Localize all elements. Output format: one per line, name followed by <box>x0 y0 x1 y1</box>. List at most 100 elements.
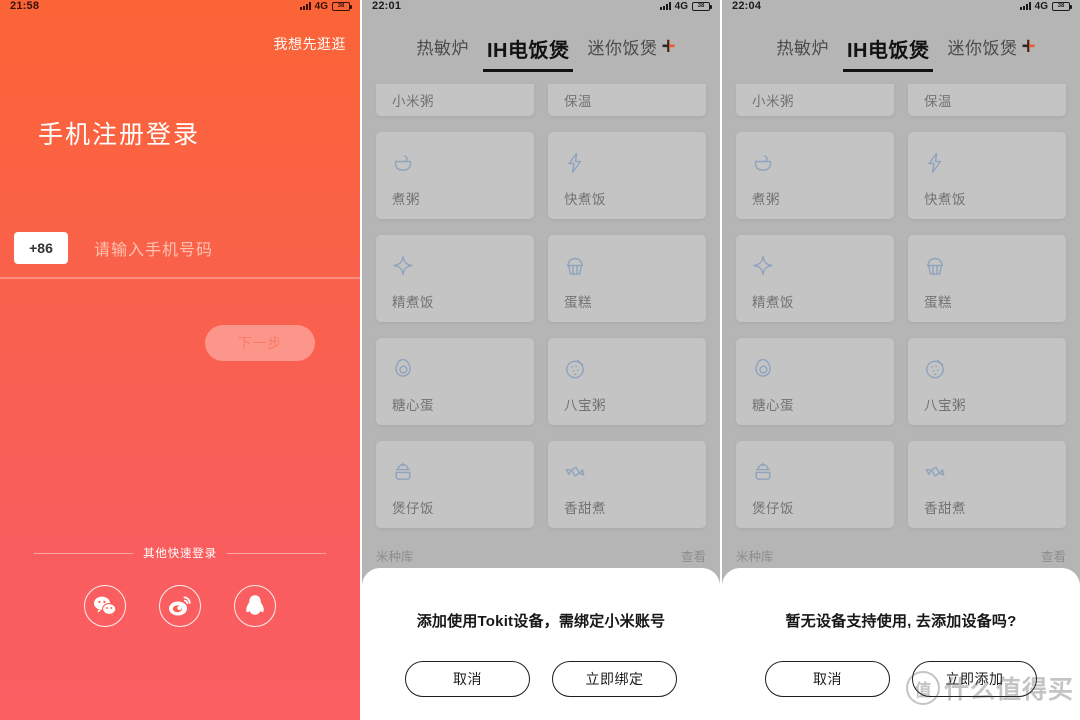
tab-mini-rice-cooker[interactable]: 迷你饭煲 <box>577 34 667 59</box>
mode-card[interactable]: 保温 <box>548 84 706 116</box>
tab-ih-rice-cooker[interactable]: IH电饭煲 <box>479 34 578 72</box>
bowl-icon <box>752 152 774 174</box>
signal-icon <box>659 2 671 10</box>
mode-card[interactable]: 香甜煮 <box>548 441 706 528</box>
rice-library-row[interactable]: 米种库 查看 <box>376 542 706 568</box>
mode-card[interactable]: 八宝粥 <box>548 338 706 425</box>
device-tab-bar: 热敏炉 IH电饭煲 迷你饭煲 + <box>722 34 1080 80</box>
qq-login-button[interactable] <box>234 585 276 627</box>
signal-icon <box>1019 2 1031 10</box>
candy-icon <box>924 461 946 483</box>
mode-card[interactable]: 糖心蛋 <box>736 338 894 425</box>
mode-label: 蛋糕 <box>924 295 952 310</box>
screenshot-stage: 21:58 4G 38 我想先逛逛 手机注册登录 +86 请输入手机号码 下一步… <box>0 0 1080 720</box>
wechat-icon <box>93 595 117 617</box>
page-title: 手机注册登录 <box>38 121 201 149</box>
dialog-message: 暂无设备支持使用, 去添加设备吗? <box>785 613 1017 630</box>
mode-label: 糖心蛋 <box>392 398 434 413</box>
weibo-login-button[interactable] <box>159 585 201 627</box>
rice-library-row[interactable]: 米种库 查看 <box>736 542 1066 568</box>
signal-icon <box>299 2 311 10</box>
mode-card[interactable]: 保温 <box>908 84 1066 116</box>
porridge-circle-icon <box>924 358 946 380</box>
mode-label: 保温 <box>564 94 592 109</box>
mode-card[interactable]: 小米粥 <box>376 84 534 116</box>
mode-label: 香甜煮 <box>924 501 966 516</box>
dialog-actions: 取消 立即添加 <box>765 661 1037 697</box>
mode-card[interactable]: 蛋糕 <box>908 235 1066 322</box>
mode-card[interactable]: 小米粥 <box>736 84 894 116</box>
mode-card[interactable]: 快煮饭 <box>908 132 1066 219</box>
mode-card[interactable]: 精煮饭 <box>736 235 894 322</box>
mode-label: 精煮饭 <box>392 295 434 310</box>
country-code-button[interactable]: +86 <box>14 232 68 264</box>
next-step-button[interactable]: 下一步 <box>205 325 315 361</box>
lightning-icon <box>924 152 946 174</box>
dialog-message: 添加使用Tokit设备，需绑定小米账号 <box>416 613 666 630</box>
mode-card[interactable]: 蛋糕 <box>548 235 706 322</box>
sparkle-icon <box>392 255 414 277</box>
input-divider <box>0 277 360 279</box>
status-bar-add: 22:04 4G 38 <box>722 0 1080 16</box>
phone-entry-row: +86 请输入手机号码 <box>14 232 360 264</box>
status-indicators: 4G 38 <box>1019 0 1072 12</box>
mode-label: 小米粥 <box>392 94 434 109</box>
divider-line-right <box>226 552 326 554</box>
network-type-label: 4G <box>314 0 328 12</box>
lightning-icon <box>564 152 586 174</box>
status-time: 22:04 <box>732 0 762 12</box>
rice-library-view-link[interactable]: 查看 <box>1041 546 1066 565</box>
phone-number-input[interactable]: 请输入手机号码 <box>94 236 213 260</box>
cancel-button[interactable]: 取消 <box>405 661 530 697</box>
mode-card[interactable]: 煮粥 <box>376 132 534 219</box>
mode-card[interactable]: 煲仔饭 <box>736 441 894 528</box>
cancel-button[interactable]: 取消 <box>765 661 890 697</box>
cupcake-icon <box>924 255 946 277</box>
add-now-button[interactable]: 立即添加 <box>912 661 1037 697</box>
rice-library-view-link[interactable]: 查看 <box>681 546 706 565</box>
mode-label: 八宝粥 <box>564 398 606 413</box>
mode-card[interactable]: 香甜煮 <box>908 441 1066 528</box>
status-indicators: 4G 38 <box>659 1 712 12</box>
mode-grid: 小米粥 保温 煮粥 快煮饭 精煮饭 蛋糕 糖心蛋 八宝粥 煲仔饭 香甜煮 <box>736 84 1066 528</box>
qq-icon <box>245 594 265 618</box>
mode-grid: 小米粥 保温 煮粥 快煮饭 精煮饭 蛋糕 糖心蛋 八宝粥 煲仔饭 香甜煮 <box>376 84 706 528</box>
mode-label: 糖心蛋 <box>752 398 794 413</box>
battery-icon: 38 <box>332 1 352 11</box>
add-device-dialog: 暂无设备支持使用, 去添加设备吗? 取消 立即添加 <box>722 568 1080 720</box>
divider-line-left <box>34 552 134 554</box>
tab-ih-rice-cooker[interactable]: IH电饭煲 <box>839 34 938 72</box>
mode-label: 快煮饭 <box>564 192 606 207</box>
mode-label: 保温 <box>924 94 952 109</box>
tab-mini-rice-cooker[interactable]: 迷你饭煲 <box>937 34 1027 59</box>
mode-card[interactable]: 精煮饭 <box>376 235 534 322</box>
mode-card[interactable]: 八宝粥 <box>908 338 1066 425</box>
mode-label: 蛋糕 <box>564 295 592 310</box>
mode-label: 煲仔饭 <box>752 501 794 516</box>
other-login-label: 其他快速登录 <box>143 548 217 560</box>
mode-card[interactable]: 糖心蛋 <box>376 338 534 425</box>
network-type-label: 4G <box>1034 0 1048 12</box>
mode-label: 煮粥 <box>392 192 420 207</box>
bind-now-button[interactable]: 立即绑定 <box>552 661 677 697</box>
status-bar-bind: 22:01 4G 38 <box>362 0 720 16</box>
skip-browse-link[interactable]: 我想先逛逛 <box>274 34 347 54</box>
weibo-icon <box>168 595 193 617</box>
candy-icon <box>564 461 586 483</box>
egg-icon <box>392 358 414 380</box>
mode-card[interactable]: 快煮饭 <box>548 132 706 219</box>
status-time: 22:01 <box>372 0 402 12</box>
tab-thermal-stove[interactable]: 热敏炉 <box>406 34 479 59</box>
egg-icon <box>752 358 774 380</box>
battery-icon: 38 <box>1052 1 1072 11</box>
mode-label: 快煮饭 <box>924 192 966 207</box>
pot-icon <box>392 461 414 483</box>
mode-label: 香甜煮 <box>564 501 606 516</box>
tab-thermal-stove[interactable]: 热敏炉 <box>766 34 839 59</box>
mode-card[interactable]: 煲仔饭 <box>376 441 534 528</box>
wechat-login-button[interactable] <box>84 585 126 627</box>
pot-icon <box>752 461 774 483</box>
status-indicators: 4G 38 <box>299 0 352 12</box>
mode-label: 小米粥 <box>752 94 794 109</box>
mode-card[interactable]: 煮粥 <box>736 132 894 219</box>
